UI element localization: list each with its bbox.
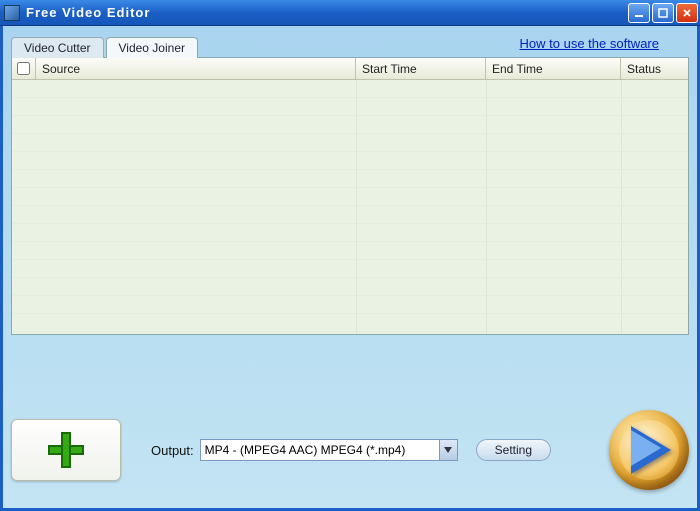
column-header-status[interactable]: Status [621,58,688,79]
help-link[interactable]: How to use the software [520,36,659,51]
bottom-toolbar: Output: MP4 - (MPEG4 AAC) MPEG4 (*.mp4) … [11,410,689,490]
output-format-value: MP4 - (MPEG4 AAC) MPEG4 (*.mp4) [205,443,406,457]
tab-label-joiner: Video Joiner [119,41,186,55]
tab-video-joiner[interactable]: Video Joiner [106,37,199,58]
add-file-button[interactable] [11,419,121,481]
column-header-checkbox[interactable] [12,58,36,79]
setting-button[interactable]: Setting [476,439,551,461]
select-all-checkbox[interactable] [17,62,30,75]
setting-button-label: Setting [495,443,532,457]
chevron-down-icon [439,440,457,460]
output-label: Output: [151,443,194,458]
grid-body[interactable] [12,80,688,335]
column-header-start-time[interactable]: Start Time [356,58,486,79]
column-header-end-time[interactable]: End Time [486,58,621,79]
app-icon [4,5,20,21]
grid-header: Source Start Time End Time Status [12,58,688,80]
column-header-source[interactable]: Source [36,58,356,79]
title-bar: Free Video Editor [0,0,700,26]
plus-icon [48,432,84,468]
tab-row: Video Cutter Video Joiner How to use the… [11,34,689,58]
output-format-select[interactable]: MP4 - (MPEG4 AAC) MPEG4 (*.mp4) [200,439,458,461]
file-grid: Source Start Time End Time Status [11,57,689,335]
close-button[interactable] [676,3,698,23]
tab-video-cutter[interactable]: Video Cutter [11,37,104,58]
start-button[interactable] [609,410,689,490]
tab-label-cutter: Video Cutter [24,41,91,55]
window-title: Free Video Editor [26,5,150,20]
maximize-button[interactable] [652,3,674,23]
minimize-button[interactable] [628,3,650,23]
client-area: Video Cutter Video Joiner How to use the… [0,26,700,511]
play-icon [631,426,671,474]
